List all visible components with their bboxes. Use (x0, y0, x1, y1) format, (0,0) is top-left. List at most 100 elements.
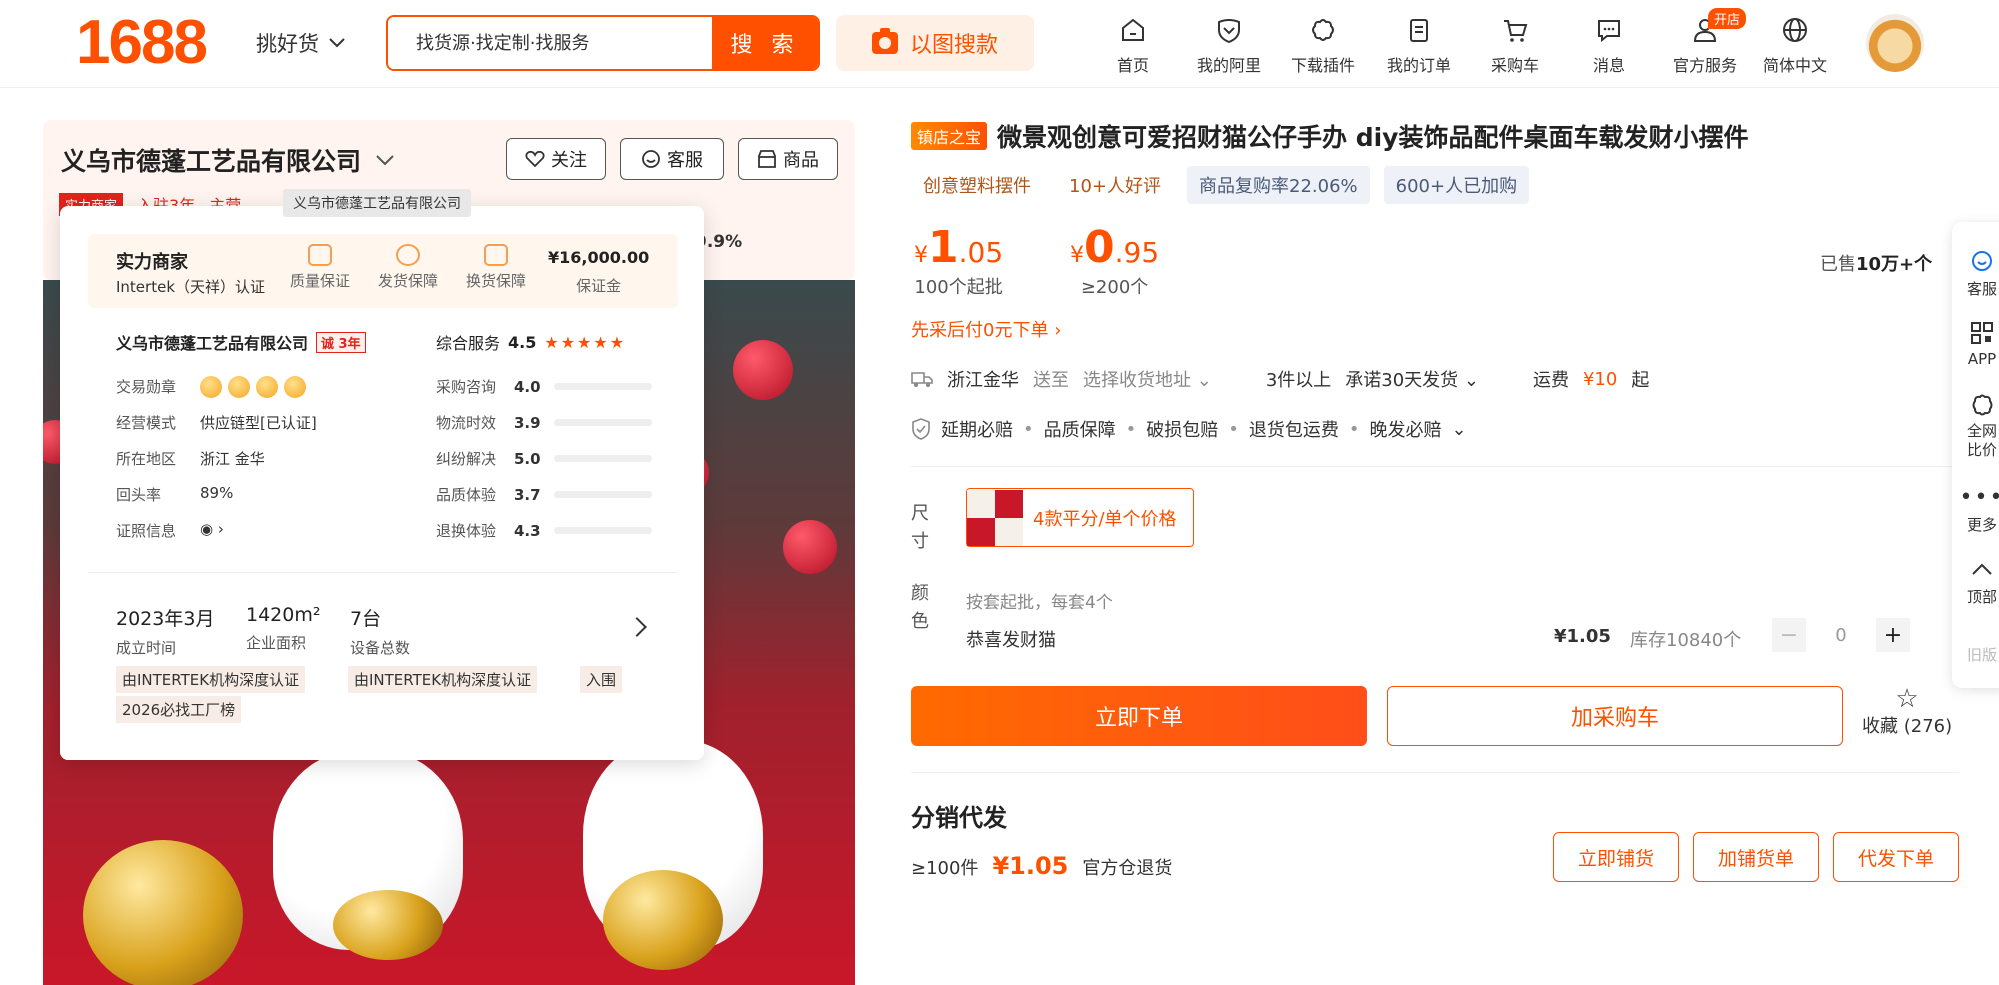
follow-button[interactable]: 关注 (506, 138, 606, 180)
nav-my-ali[interactable]: 我的阿里 (1184, 14, 1274, 76)
store-icon (758, 150, 776, 168)
nav-orders[interactable]: 我的订单 (1374, 14, 1464, 76)
size-thumbnail (967, 489, 1023, 546)
search-input[interactable] (388, 17, 712, 69)
info-row: 所在地区 浙江 金华 (116, 448, 265, 469)
open-store-badge: 开店 (1707, 8, 1746, 29)
score-label: 综合服务 (436, 334, 501, 353)
medal-icon (284, 376, 306, 398)
freight-value: ¥10 (1582, 368, 1618, 390)
ship-qty: 3件以上 (1265, 370, 1332, 391)
smile-icon (642, 150, 660, 168)
nav-language[interactable]: 简体中文 (1750, 14, 1840, 76)
score-row: 采购咨询 4.0 (436, 376, 652, 397)
area-stat: 1420m² 企业面积 (246, 604, 320, 653)
heart-shield-icon (1213, 14, 1245, 46)
ship-promise-label: 承诺30天发货 (1345, 370, 1459, 391)
guarantee-row[interactable]: 延期必赔 • 品质保障 • 破损包赔 • 退货包运费 • 晚发必赔 ⌄ (911, 416, 1467, 442)
chevron-right-icon[interactable] (627, 617, 647, 637)
list-now-button[interactable]: 立即铺货 (1553, 832, 1679, 882)
floating-sidebar: 客服 APP 全网比价 ••• 更多 顶部 旧版 (1952, 222, 1999, 688)
info-row: 回头率 89% (116, 484, 233, 505)
customer-service-button[interactable]: 客服 (620, 138, 724, 180)
guarantee-item: 破损包赔 (1146, 420, 1219, 441)
store-name[interactable]: 义乌市德蓬工艺品有限公司 (61, 142, 395, 178)
info-value: 供应链型[已认证] (200, 414, 317, 432)
store-name-tooltip: 义乌市德蓬工艺品有限公司 (283, 189, 471, 217)
price-int: 0 (1084, 222, 1115, 273)
increment-button[interactable]: + (1876, 618, 1910, 652)
cert-tag: 2026必找工厂榜 (116, 696, 242, 723)
site-logo[interactable]: 1688 (76, 8, 208, 78)
product-title: 微景观创意可爱招财猫公仔手办 diy装饰品配件桌面车载发财小摆件 (997, 123, 1749, 152)
score-row: 品质体验 3.7 (436, 484, 652, 505)
score-key: 品质体验 (436, 486, 497, 504)
freight-label: 运费 (1532, 370, 1569, 391)
score-row: 纠纷解决 5.0 (436, 448, 652, 469)
message-icon (1593, 14, 1625, 46)
distribution-title: 分销代发 (911, 804, 1007, 832)
nav-messages[interactable]: 消息 (1564, 14, 1654, 76)
add-listing-button[interactable]: 加铺货单 (1693, 832, 1819, 882)
info-row: 经营模式 供应链型[已认证] (116, 412, 317, 433)
decrement-button[interactable]: − (1772, 618, 1806, 652)
image-search-button[interactable]: 以图搜款 (836, 15, 1034, 71)
sidebar-old-version[interactable]: 旧版 (1952, 644, 1999, 665)
cheng-badge: 诚 3年 (316, 331, 366, 353)
merchant-certification: Intertek（天祥）认证 (116, 278, 266, 296)
address-selector[interactable]: 选择收货地址 ⌄ (1083, 366, 1212, 392)
score-val: 3.9 (514, 413, 541, 432)
quantity-stepper: − 0 + (1772, 618, 1910, 652)
nav-cart[interactable]: 采购车 (1470, 14, 1560, 76)
compare-icon (1969, 392, 1995, 418)
currency: ¥ (914, 243, 928, 268)
guarantee-exchange: 换货保障 (456, 244, 536, 291)
score-val: 3.7 (514, 485, 541, 504)
score-bar (554, 491, 652, 498)
nav-plugin[interactable]: 下载插件 (1278, 14, 1368, 76)
score-val: 5.0 (514, 449, 541, 468)
quantity-value[interactable]: 0 (1826, 625, 1856, 646)
home-icon (1117, 14, 1149, 46)
sidebar-compare[interactable]: 全网比价 (1952, 392, 1999, 460)
score-key: 物流时效 (436, 414, 497, 432)
ship-promise[interactable]: 承诺30天发货 ⌄ (1345, 366, 1479, 392)
chevron-down-icon: ⌄ (1451, 418, 1467, 440)
more-dots-icon: ••• (1959, 484, 1999, 510)
distribution-row: ≥100件 ¥1.05 官方仓退货 (911, 852, 1172, 880)
sidebar-more[interactable]: ••• 更多 (1952, 484, 1999, 535)
search-button[interactable]: 搜 索 (712, 17, 818, 69)
card-divider (88, 572, 678, 573)
cart-icon (1499, 14, 1531, 46)
info-row[interactable]: 证照信息 ◉ › (116, 520, 224, 541)
sidebar-app[interactable]: APP (1952, 320, 1999, 368)
sidebar-service[interactable]: 客服 (1952, 248, 1999, 299)
variant-name: 恭喜发财猫 (966, 630, 1056, 651)
guarantee-item: 延期必赔 (941, 420, 1013, 441)
sidebar-label: 全网比价 (1966, 422, 1997, 459)
favorite-button[interactable]: ☆ 收藏 (276) (1862, 686, 1952, 738)
quality-icon (308, 244, 332, 266)
reviews-chip[interactable]: 10+人好评 (1057, 166, 1173, 204)
size-option[interactable]: 4款平分/单个价格 (966, 488, 1194, 547)
nav-home[interactable]: 首页 (1088, 14, 1178, 76)
buy-now-button[interactable]: 立即下单 (911, 686, 1367, 746)
category-picker[interactable]: 挑好货 (256, 28, 345, 58)
repurchase-chip: 商品复购率22.06% (1187, 166, 1370, 204)
distribution-price: ¥1.05 (992, 852, 1069, 880)
pay-later-link[interactable]: 先采后付0元下单 › (911, 316, 1061, 342)
star-rating-icon: ★★★★★ (544, 332, 627, 352)
category-chip[interactable]: 创意塑料摆件 (911, 166, 1043, 204)
shield-check-icon (912, 418, 930, 440)
sidebar-label: 旧版 (1966, 646, 1997, 664)
goods-button[interactable]: 商品 (738, 138, 838, 180)
sidebar-top[interactable]: 顶部 (1952, 556, 1999, 607)
camera-icon (871, 28, 898, 54)
merchant-type: 实力商家 (116, 252, 188, 273)
plugin-icon (1307, 14, 1339, 46)
info-value: 浙江 金华 (200, 450, 265, 468)
user-avatar[interactable] (1866, 14, 1924, 72)
add-to-cart-button[interactable]: 加采购车 (1387, 686, 1843, 746)
nav-official-service[interactable]: 开店 官方服务 (1660, 8, 1750, 76)
dropship-order-button[interactable]: 代发下单 (1833, 832, 1959, 882)
